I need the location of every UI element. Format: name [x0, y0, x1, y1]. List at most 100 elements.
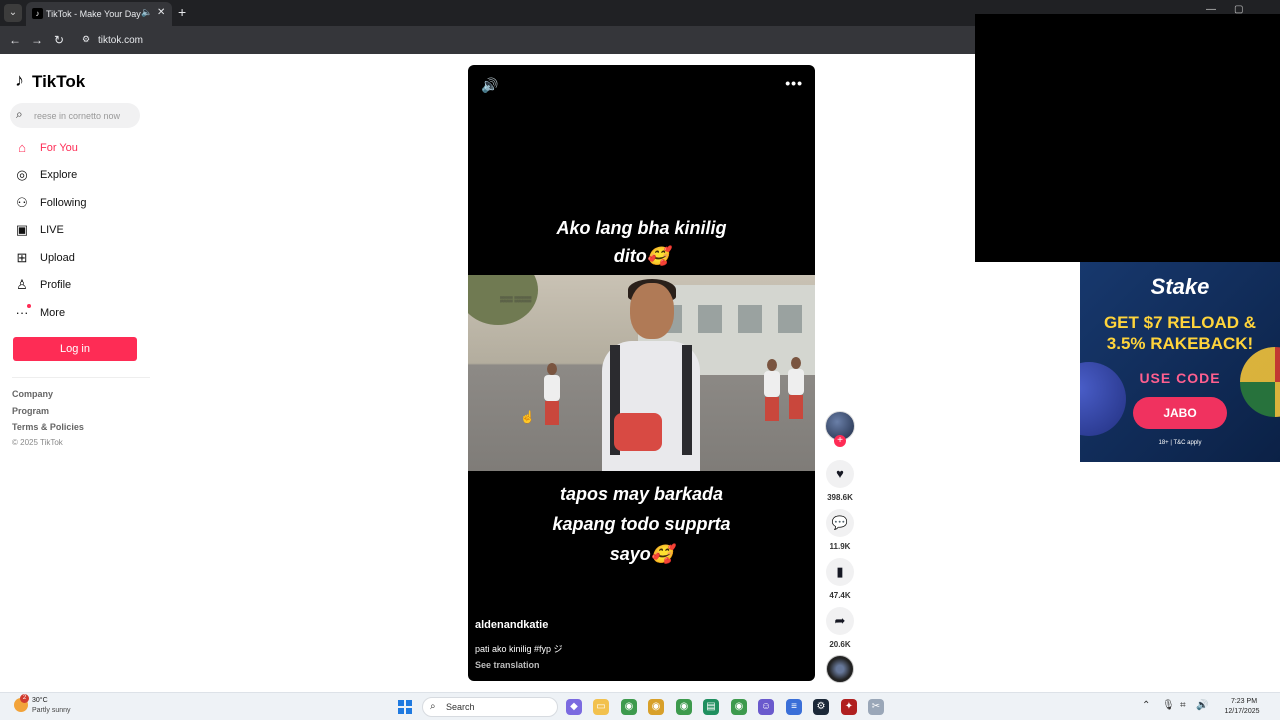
video-watermark: ▒▒▒ ▒▒▒▒: [500, 297, 532, 303]
more-options-icon[interactable]: •••: [785, 75, 803, 91]
upload-icon: ⊞: [16, 250, 28, 265]
chrome-alt-icon[interactable]: ◉: [731, 699, 747, 715]
sidebar-divider: [12, 377, 150, 378]
share-icon: ➦: [834, 613, 846, 628]
new-tab-button[interactable]: +: [178, 4, 186, 20]
nav-label: LIVE: [40, 224, 64, 236]
screen: ⌄ ♪ TikTok - Make Your Day 🔈 ✕ + — ▢ ← →…: [0, 0, 1280, 720]
comment-icon: 💬: [831, 515, 849, 530]
video-description: pati ako kinilig #fyp ジ: [475, 644, 563, 654]
steam-icon[interactable]: ⚙: [813, 699, 829, 715]
video-author[interactable]: aldenandkatie: [475, 619, 548, 631]
clock-time[interactable]: 7:23 PM: [1220, 698, 1268, 705]
see-translation-link[interactable]: See translation: [475, 660, 540, 670]
copyright-text: © 2025 TikTok: [12, 438, 63, 447]
weather-desc[interactable]: Partly sunny: [32, 707, 71, 714]
notepad-icon[interactable]: ≡: [786, 699, 802, 715]
chrome-profile-icon[interactable]: ◉: [648, 699, 664, 715]
footer-program-link[interactable]: Program: [12, 406, 49, 416]
ad-code-button[interactable]: JABO: [1133, 397, 1227, 429]
nav-for-you[interactable]: ⌂ For You: [14, 138, 140, 160]
home-icon: ⌂: [18, 140, 26, 155]
share-count: 20.6K: [829, 640, 851, 649]
volume-icon[interactable]: 🔊: [481, 77, 498, 94]
taskbar-search[interactable]: ⌕ Search: [422, 697, 558, 717]
windows-start-icon[interactable]: [398, 700, 412, 714]
microphone-icon[interactable]: 🎙: [1162, 700, 1175, 711]
clock-date[interactable]: 12/17/2025: [1214, 708, 1270, 715]
weather-temp[interactable]: 30°C: [32, 697, 48, 704]
share-button[interactable]: ➦: [826, 607, 854, 635]
speaker-icon[interactable]: 🔈: [141, 7, 152, 18]
tab-search-button[interactable]: ⌄: [4, 4, 22, 22]
video-player[interactable]: 🔊 ••• Ako lang bha kinilig dito🥰 ▒▒▒ ▒▒▒…: [468, 65, 815, 681]
footer-terms-link[interactable]: Terms & Policies: [12, 422, 84, 432]
stake-ad-banner[interactable]: Stake GET $7 RELOAD & 3.5% RAKEBACK! USE…: [1080, 262, 1280, 462]
tiktok-note-icon: ♪: [15, 70, 24, 90]
snipping-tool-icon[interactable]: ✂: [868, 699, 884, 715]
caption-line: Ako lang bha kinilig: [556, 218, 727, 238]
nav-upload[interactable]: ⊞ Upload: [14, 248, 140, 270]
nav-label: For You: [40, 142, 78, 154]
video-overlay-panel: [975, 14, 1280, 262]
network-icon[interactable]: ⌗: [1180, 700, 1186, 711]
comment-button[interactable]: 💬: [826, 509, 854, 537]
profile-icon: ♙: [16, 277, 28, 292]
video-frame-image: ▒▒▒ ▒▒▒▒: [468, 275, 815, 471]
weather-badge: 2: [20, 694, 29, 703]
back-arrow-icon[interactable]: ←: [9, 32, 21, 48]
chevron-up-icon[interactable]: ⌃: [1142, 700, 1150, 711]
nav-label: Following: [40, 197, 87, 209]
hand-cursor-icon: ☝: [520, 410, 535, 424]
follow-plus-icon[interactable]: +: [834, 435, 846, 447]
like-button[interactable]: ♥: [826, 460, 854, 488]
chrome-active-icon[interactable]: ◉: [676, 699, 692, 715]
tab-title: TikTok - Make Your Day: [46, 9, 141, 19]
close-tab-icon[interactable]: ✕: [157, 7, 165, 18]
tiktok-favicon-icon: ♪: [32, 8, 43, 19]
ad-fine-print: 18+ | T&C apply: [1158, 440, 1202, 446]
forward-arrow-icon[interactable]: →: [31, 32, 43, 48]
url-text: tiktok.com: [98, 35, 144, 46]
chrome-icon[interactable]: ◉: [621, 699, 637, 715]
address-bar[interactable]: ⚙ tiktok.com: [76, 30, 976, 50]
nav-explore[interactable]: ◎ Explore: [14, 165, 140, 187]
footer-company-link[interactable]: Company: [12, 389, 53, 399]
search-box[interactable]: ⌕: [10, 103, 140, 128]
nav-following[interactable]: ⚇ Following: [14, 193, 140, 215]
caption-line: dito🥰: [613, 246, 670, 266]
search-icon[interactable]: ⌕: [16, 107, 23, 122]
ad-headline: GET $7 RELOAD & 3.5% RAKEBACK!: [1080, 312, 1280, 354]
nav-label: More: [40, 307, 66, 319]
reload-icon[interactable]: ↻: [54, 32, 64, 48]
bookmark-icon: ▮: [836, 564, 844, 579]
nav-label: Profile: [40, 279, 72, 291]
save-button[interactable]: ▮: [826, 558, 854, 586]
search-input[interactable]: [34, 108, 138, 123]
file-explorer-icon[interactable]: ▭: [593, 699, 609, 715]
game-icon[interactable]: ✦: [841, 699, 857, 715]
ad-use-code: USE CODE: [1139, 370, 1221, 386]
music-disc-icon[interactable]: [826, 655, 854, 683]
video-caption-top: Ako lang bha kinilig dito🥰: [468, 214, 815, 270]
app-icon[interactable]: ▤: [703, 699, 719, 715]
ad-headline-line: GET $7 RELOAD &: [1103, 313, 1257, 332]
login-button[interactable]: Log in: [13, 337, 137, 361]
live-icon: ▣: [15, 222, 29, 237]
nav-live[interactable]: ▣ LIVE: [14, 220, 140, 242]
caption-line: kapang todo supprta: [552, 514, 731, 534]
discord-icon[interactable]: ☺: [758, 699, 774, 715]
ad-headline-line: 3.5% RAKEBACK!: [1106, 334, 1254, 353]
site-info-icon[interactable]: ⚙: [82, 34, 90, 45]
nav-label: Upload: [40, 252, 75, 264]
comment-count: 11.9K: [829, 542, 851, 551]
nav-profile[interactable]: ♙ Profile: [14, 275, 140, 297]
copilot-icon[interactable]: ◆: [566, 699, 582, 715]
search-icon: ⌕: [430, 701, 436, 712]
volume-icon[interactable]: 🔊: [1196, 700, 1208, 711]
heart-icon: ♥: [836, 466, 844, 481]
windows-taskbar: 2 30°C Partly sunny ⌕ Search ◆ ▭ ◉ ◉ ◉ ▤…: [0, 692, 1280, 720]
taskbar-search-label: Search: [446, 702, 475, 712]
nav-more[interactable]: ··· More: [14, 303, 140, 325]
browser-tab[interactable]: ♪ TikTok - Make Your Day 🔈 ✕: [26, 2, 172, 26]
